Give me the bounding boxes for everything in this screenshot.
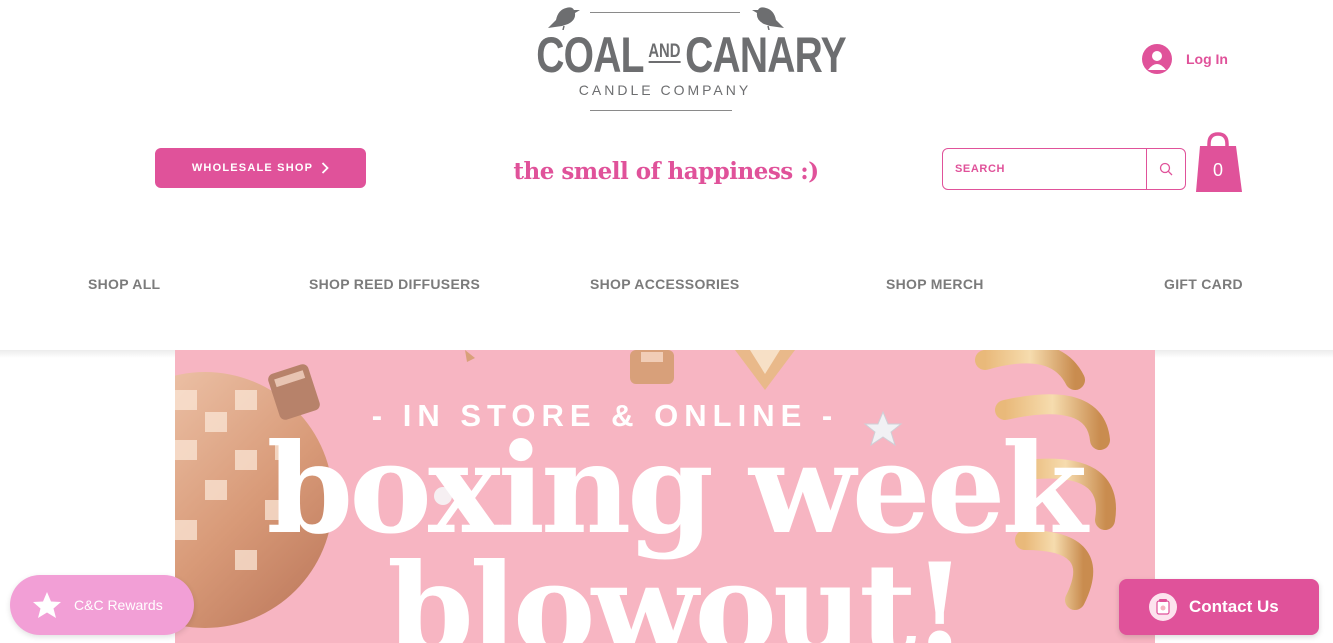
nav-shop-merch[interactable]: SHOP MERCH: [886, 276, 984, 292]
user-avatar-icon: [1142, 44, 1172, 74]
contact-us-button[interactable]: Contact Us: [1119, 579, 1319, 635]
nav-shop-reed-diffusers[interactable]: SHOP REED DIFFUSERS: [309, 276, 480, 292]
candle-jar-icon: [1149, 593, 1177, 621]
main-nav: SHOP ALL SHOP REED DIFFUSERS SHOP ACCESS…: [0, 268, 1333, 300]
search-bar: [942, 148, 1186, 190]
logo-word-and: AND: [648, 40, 681, 63]
rewards-launcher[interactable]: C&C Rewards: [10, 575, 194, 635]
nav-shop-accessories[interactable]: SHOP ACCESSORIES: [590, 276, 740, 292]
logo-wordmark: COAL ANDCANARY: [536, 27, 846, 83]
gold-confetti-top: [465, 350, 795, 390]
logo-bottom-rule: [590, 110, 732, 111]
login-button[interactable]: Log In: [1142, 44, 1228, 74]
hero-title-line2: blowout!: [387, 537, 967, 643]
logo-word-coal: COAL: [536, 27, 644, 83]
logo-top-rule: [590, 12, 740, 13]
rewards-label: C&C Rewards: [74, 597, 163, 613]
contact-us-label: Contact Us: [1189, 597, 1279, 616]
cart-count: 0: [1212, 160, 1223, 180]
logo-subtitle: CANDLE COMPANY: [578, 82, 752, 98]
login-label: Log In: [1186, 51, 1228, 67]
wholesale-shop-label: WHOLESALE SHOP: [191, 162, 314, 174]
cart-button[interactable]: 0: [1194, 132, 1244, 194]
hero-title: boxing week blowout!: [195, 417, 1155, 643]
hero-banner[interactable]: - IN STORE & ONLINE - boxing week blowou…: [175, 350, 1155, 643]
wholesale-shop-button[interactable]: WHOLESALE SHOP: [155, 148, 366, 188]
tagline: the smell of happiness :): [513, 158, 819, 185]
logo-word-canary: CANARY: [685, 27, 846, 83]
star-icon: [33, 592, 61, 618]
search-icon: [1159, 162, 1173, 176]
nav-shop-all[interactable]: SHOP ALL: [88, 276, 160, 292]
search-button[interactable]: [1146, 149, 1185, 189]
nav-gift-card[interactable]: GIFT CARD: [1164, 276, 1243, 292]
chevron-right-icon: [322, 162, 329, 174]
hero-title-line1: boxing week: [266, 417, 1088, 562]
search-input[interactable]: [943, 149, 1146, 189]
brand-logo[interactable]: COAL ANDCANARY CANDLE COMPANY: [500, 4, 847, 116]
